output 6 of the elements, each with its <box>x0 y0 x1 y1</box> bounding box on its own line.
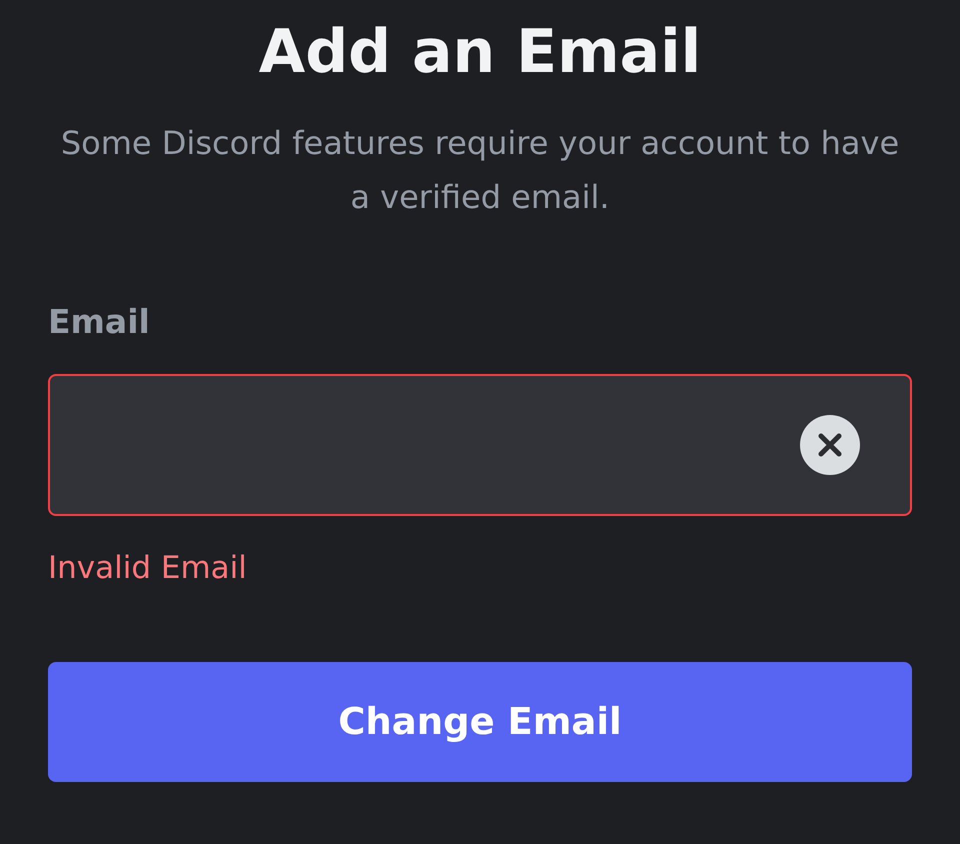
error-message: Invalid Email <box>48 549 247 588</box>
description-text: Some Discord features require your account to have a verified email. <box>60 123 900 218</box>
email-input-field[interactable] <box>48 374 912 516</box>
change-email-button[interactable]: Change Email <box>48 662 912 782</box>
field-label: Email <box>48 301 150 343</box>
dialog-title: Add an Email <box>258 16 702 89</box>
